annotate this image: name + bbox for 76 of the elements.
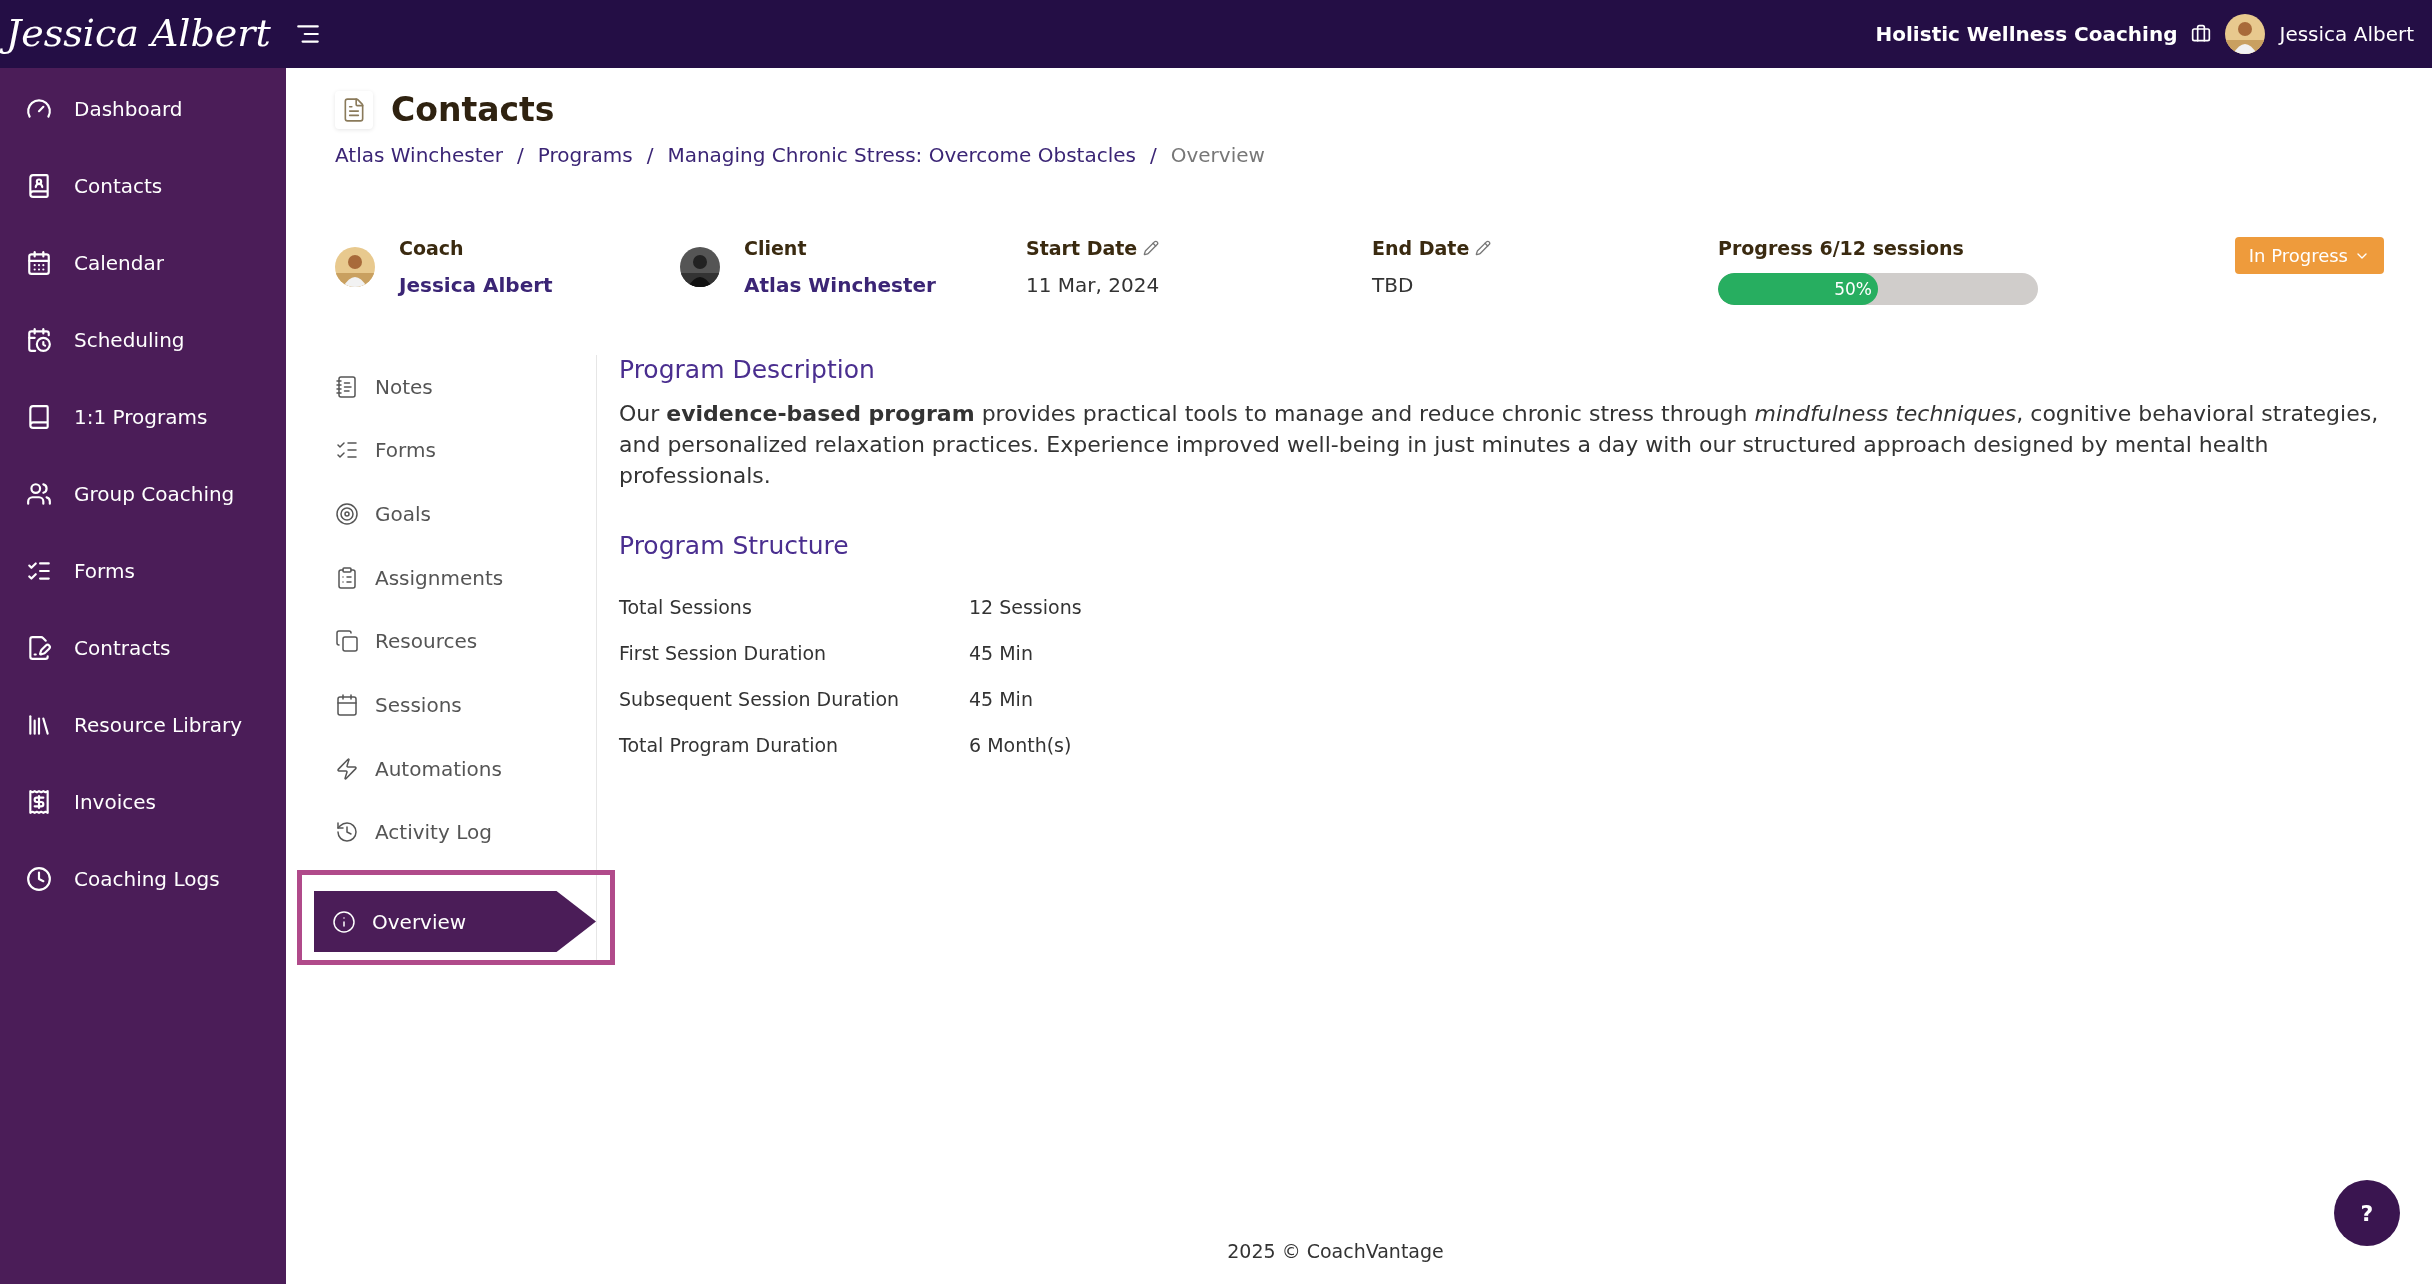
row-label: Subsequent Session Duration: [619, 688, 901, 710]
avatar: [335, 247, 375, 287]
sidebar-item[interactable]: Invoices: [0, 763, 286, 840]
signature-icon: [26, 634, 52, 661]
calendar-icon: [26, 249, 52, 276]
field-label: Start Date: [1026, 237, 1138, 259]
history-icon: [335, 820, 359, 845]
copy-icon: [335, 629, 359, 654]
section-heading: Program Description: [619, 355, 876, 384]
pencil-icon[interactable]: [1143, 240, 1160, 256]
sidebar-item[interactable]: Scheduling: [0, 301, 286, 378]
sidebar-item[interactable]: Contracts: [0, 609, 286, 686]
contact-book-icon: [26, 172, 52, 199]
sidebar-item[interactable]: 1:1 Programs: [0, 378, 286, 455]
coach-link[interactable]: Jessica Albert: [399, 273, 553, 297]
breadcrumb-separator: /: [646, 143, 654, 167]
page-title: Contacts: [391, 90, 555, 129]
avatar: [2225, 14, 2266, 54]
subnav-tab[interactable]: Sessions: [335, 673, 596, 737]
avatar: [680, 247, 720, 287]
subnav-tab[interactable]: Notes: [335, 355, 596, 419]
info-icon: [332, 909, 356, 934]
subnav-tab[interactable]: Automations: [335, 736, 596, 801]
row-value: 12 Sessions: [969, 596, 1082, 618]
breadcrumb-separator: /: [517, 143, 524, 167]
sidebar-item[interactable]: Resource Library: [0, 686, 286, 763]
row-label: Total Program Duration: [619, 734, 840, 756]
breadcrumb-link[interactable]: Atlas Winchester: [335, 143, 504, 167]
field-label: Client: [744, 237, 808, 259]
client-link[interactable]: Atlas Winchester: [744, 273, 936, 297]
subnav-tab[interactable]: Forms: [335, 418, 596, 483]
sidebar-item[interactable]: Dashboard: [0, 70, 286, 147]
start-date: 11 Mar, 2024: [1026, 273, 1161, 297]
progress-reading: 50%: [1834, 279, 1873, 299]
section-heading: Program Structure: [619, 531, 850, 560]
sidebar-item[interactable]: Forms: [0, 532, 286, 609]
breadcrumb-current: Overview: [1170, 143, 1265, 167]
breadcrumb-link[interactable]: Managing Chronic Stress: Overcome Obstacles: [667, 143, 1136, 167]
target-icon: [335, 502, 359, 527]
people-icon: [26, 480, 52, 507]
clipboard-icon: [335, 565, 359, 590]
row-label: Total Sessions: [619, 596, 753, 618]
description-text: Our evidence-based program provides practical tools to manage and reduce chronic stress through mindfulness techniques, cognitive behavioral strategies, and personalized relaxation practices. Experience improved well-being in just minutes a day with our structured approach designed by mental health professionals.: [619, 400, 2380, 490]
pencil-icon[interactable]: [1475, 240, 1492, 256]
sidebar-item[interactable]: Contacts: [0, 147, 286, 224]
briefcase-icon[interactable]: [2191, 24, 2212, 44]
lightning-icon: [335, 756, 359, 781]
clock-icon: [26, 865, 52, 892]
row-value: 45 Min: [969, 688, 1034, 710]
user-name[interactable]: Jessica Albert: [2279, 22, 2414, 46]
book-icon: [26, 403, 52, 430]
business-name: Holistic Wellness Coaching: [1875, 22, 2178, 46]
help-button[interactable]: ?: [2334, 1180, 2400, 1246]
sidebar-item[interactable]: Calendar: [0, 224, 286, 301]
calendar-clock-icon: [26, 326, 52, 353]
notepad-icon: [335, 374, 359, 399]
subnav-tab[interactable]: Goals: [335, 482, 596, 546]
field-label: End Date: [1372, 237, 1470, 259]
progress-label: Progress 6/12 sessions: [1718, 237, 1965, 259]
breadcrumb-separator: /: [1149, 143, 1157, 167]
sidebar-item[interactable]: Group Coaching: [0, 455, 286, 532]
end-date: TBD: [1372, 273, 1415, 297]
row-value: 6 Month(s): [969, 734, 1073, 756]
subnav-tab[interactable]: Assignments: [335, 545, 596, 610]
calendar-icon: [335, 692, 359, 717]
subnav-tab[interactable]: Resources: [335, 609, 596, 674]
sidebar-item[interactable]: Coaching Logs: [0, 840, 286, 917]
copyright-text: 2025 © CoachVantage: [1227, 1240, 1444, 1262]
breadcrumb-link[interactable]: Programs: [537, 143, 633, 167]
row-value: 45 Min: [969, 642, 1034, 664]
logo: Jessica Albert: [0, 9, 295, 59]
subnav-tab[interactable]: Overview: [314, 891, 596, 952]
field-label: Coach: [399, 237, 465, 259]
subnav-tab[interactable]: Activity Log: [335, 800, 596, 864]
receipt-icon: [26, 788, 52, 815]
row-label: First Session Duration: [619, 642, 828, 664]
